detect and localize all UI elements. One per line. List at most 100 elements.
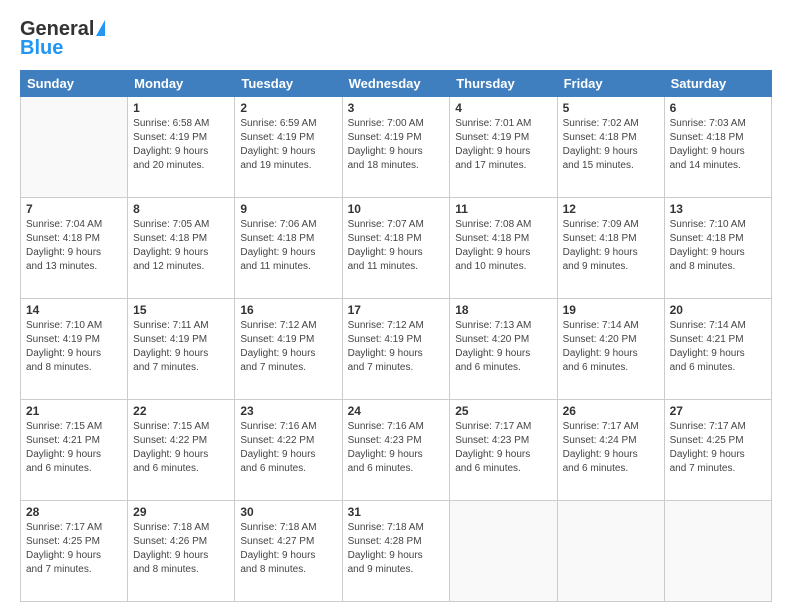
calendar-cell: 16 Sunrise: 7:12 AM Sunset: 4:19 PM Dayli… <box>235 299 342 400</box>
day-info: Sunrise: 7:14 AM Sunset: 4:21 PM Dayligh… <box>670 319 766 375</box>
calendar-cell <box>557 501 664 602</box>
day-number: 9 <box>240 202 336 216</box>
day-info: Sunrise: 7:18 AM Sunset: 4:28 PM Dayligh… <box>348 521 445 577</box>
day-info: Sunrise: 7:13 AM Sunset: 4:20 PM Dayligh… <box>455 319 551 375</box>
calendar-cell: 4 Sunrise: 7:01 AM Sunset: 4:19 PM Daylig… <box>450 97 557 198</box>
day-number: 20 <box>670 303 766 317</box>
calendar-cell: 24 Sunrise: 7:16 AM Sunset: 4:23 PM Dayli… <box>342 400 450 501</box>
logo-blue: Blue <box>20 37 63 60</box>
day-number: 27 <box>670 404 766 418</box>
day-number: 1 <box>133 101 229 115</box>
day-info: Sunrise: 7:14 AM Sunset: 4:20 PM Dayligh… <box>563 319 659 375</box>
day-info: Sunrise: 7:05 AM Sunset: 4:18 PM Dayligh… <box>133 218 229 274</box>
day-info: Sunrise: 7:09 AM Sunset: 4:18 PM Dayligh… <box>563 218 659 274</box>
day-number: 17 <box>348 303 445 317</box>
day-number: 10 <box>348 202 445 216</box>
day-number: 28 <box>26 505 122 519</box>
week-row-2: 14 Sunrise: 7:10 AM Sunset: 4:19 PM Dayli… <box>21 299 772 400</box>
calendar-cell: 23 Sunrise: 7:16 AM Sunset: 4:22 PM Dayli… <box>235 400 342 501</box>
calendar-cell: 30 Sunrise: 7:18 AM Sunset: 4:27 PM Dayli… <box>235 501 342 602</box>
day-number: 12 <box>563 202 659 216</box>
day-info: Sunrise: 7:12 AM Sunset: 4:19 PM Dayligh… <box>348 319 445 375</box>
day-number: 16 <box>240 303 336 317</box>
day-number: 5 <box>563 101 659 115</box>
day-info: Sunrise: 7:00 AM Sunset: 4:19 PM Dayligh… <box>348 117 445 173</box>
day-info: Sunrise: 7:16 AM Sunset: 4:23 PM Dayligh… <box>348 420 445 476</box>
day-number: 4 <box>455 101 551 115</box>
day-number: 7 <box>26 202 122 216</box>
day-number: 19 <box>563 303 659 317</box>
calendar-cell: 29 Sunrise: 7:18 AM Sunset: 4:26 PM Dayli… <box>128 501 235 602</box>
day-number: 31 <box>348 505 445 519</box>
header: General Blue <box>20 18 772 60</box>
weekday-friday: Friday <box>557 71 664 97</box>
day-number: 15 <box>133 303 229 317</box>
day-number: 3 <box>348 101 445 115</box>
day-number: 2 <box>240 101 336 115</box>
day-number: 30 <box>240 505 336 519</box>
calendar-cell: 10 Sunrise: 7:07 AM Sunset: 4:18 PM Dayli… <box>342 198 450 299</box>
day-info: Sunrise: 7:18 AM Sunset: 4:26 PM Dayligh… <box>133 521 229 577</box>
day-info: Sunrise: 7:17 AM Sunset: 4:25 PM Dayligh… <box>670 420 766 476</box>
day-number: 24 <box>348 404 445 418</box>
calendar-table: SundayMondayTuesdayWednesdayThursdayFrid… <box>20 70 772 602</box>
day-number: 23 <box>240 404 336 418</box>
day-number: 25 <box>455 404 551 418</box>
calendar-cell <box>664 501 771 602</box>
calendar-cell: 12 Sunrise: 7:09 AM Sunset: 4:18 PM Dayli… <box>557 198 664 299</box>
day-info: Sunrise: 6:59 AM Sunset: 4:19 PM Dayligh… <box>240 117 336 173</box>
day-info: Sunrise: 7:02 AM Sunset: 4:18 PM Dayligh… <box>563 117 659 173</box>
day-number: 11 <box>455 202 551 216</box>
calendar-cell: 11 Sunrise: 7:08 AM Sunset: 4:18 PM Dayli… <box>450 198 557 299</box>
calendar-cell: 26 Sunrise: 7:17 AM Sunset: 4:24 PM Dayli… <box>557 400 664 501</box>
day-number: 14 <box>26 303 122 317</box>
day-info: Sunrise: 7:17 AM Sunset: 4:24 PM Dayligh… <box>563 420 659 476</box>
weekday-tuesday: Tuesday <box>235 71 342 97</box>
weekday-monday: Monday <box>128 71 235 97</box>
day-info: Sunrise: 7:10 AM Sunset: 4:19 PM Dayligh… <box>26 319 122 375</box>
day-number: 21 <box>26 404 122 418</box>
calendar-cell: 7 Sunrise: 7:04 AM Sunset: 4:18 PM Daylig… <box>21 198 128 299</box>
day-info: Sunrise: 7:15 AM Sunset: 4:21 PM Dayligh… <box>26 420 122 476</box>
week-row-3: 21 Sunrise: 7:15 AM Sunset: 4:21 PM Dayli… <box>21 400 772 501</box>
page: General Blue SundayMondayTuesdayWednesda… <box>0 0 792 612</box>
day-info: Sunrise: 7:17 AM Sunset: 4:23 PM Dayligh… <box>455 420 551 476</box>
calendar-cell: 21 Sunrise: 7:15 AM Sunset: 4:21 PM Dayli… <box>21 400 128 501</box>
logo: General Blue <box>20 18 105 60</box>
calendar-cell: 28 Sunrise: 7:17 AM Sunset: 4:25 PM Dayli… <box>21 501 128 602</box>
day-info: Sunrise: 7:10 AM Sunset: 4:18 PM Dayligh… <box>670 218 766 274</box>
calendar-cell: 18Sunrise: 7:13 AM Sunset: 4:20 PM Dayli… <box>450 299 557 400</box>
calendar-cell: 17 Sunrise: 7:12 AM Sunset: 4:19 PM Dayli… <box>342 299 450 400</box>
day-number: 8 <box>133 202 229 216</box>
calendar-cell: 22Sunrise: 7:15 AM Sunset: 4:22 PM Dayli… <box>128 400 235 501</box>
calendar-cell: 3 Sunrise: 7:00 AM Sunset: 4:19 PM Daylig… <box>342 97 450 198</box>
day-info: Sunrise: 7:11 AM Sunset: 4:19 PM Dayligh… <box>133 319 229 375</box>
day-info: Sunrise: 7:16 AM Sunset: 4:22 PM Dayligh… <box>240 420 336 476</box>
day-number: 29 <box>133 505 229 519</box>
day-info: Sunrise: 7:06 AM Sunset: 4:18 PM Dayligh… <box>240 218 336 274</box>
day-info: Sunrise: 7:12 AM Sunset: 4:19 PM Dayligh… <box>240 319 336 375</box>
day-info: Sunrise: 7:18 AM Sunset: 4:27 PM Dayligh… <box>240 521 336 577</box>
day-info: Sunrise: 6:58 AM Sunset: 4:19 PM Dayligh… <box>133 117 229 173</box>
calendar-cell: 13Sunrise: 7:10 AM Sunset: 4:18 PM Dayli… <box>664 198 771 299</box>
calendar-cell: 15 Sunrise: 7:11 AM Sunset: 4:19 PM Dayli… <box>128 299 235 400</box>
calendar-cell <box>450 501 557 602</box>
day-info: Sunrise: 7:01 AM Sunset: 4:19 PM Dayligh… <box>455 117 551 173</box>
calendar-cell: 31 Sunrise: 7:18 AM Sunset: 4:28 PM Dayli… <box>342 501 450 602</box>
day-info: Sunrise: 7:08 AM Sunset: 4:18 PM Dayligh… <box>455 218 551 274</box>
calendar-cell: 20 Sunrise: 7:14 AM Sunset: 4:21 PM Dayli… <box>664 299 771 400</box>
day-info: Sunrise: 7:07 AM Sunset: 4:18 PM Dayligh… <box>348 218 445 274</box>
day-info: Sunrise: 7:04 AM Sunset: 4:18 PM Dayligh… <box>26 218 122 274</box>
day-info: Sunrise: 7:17 AM Sunset: 4:25 PM Dayligh… <box>26 521 122 577</box>
weekday-thursday: Thursday <box>450 71 557 97</box>
calendar-cell: 1 Sunrise: 6:58 AM Sunset: 4:19 PM Daylig… <box>128 97 235 198</box>
logo-triangle-icon <box>96 20 105 36</box>
calendar-cell: 2 Sunrise: 6:59 AM Sunset: 4:19 PM Daylig… <box>235 97 342 198</box>
week-row-1: 7 Sunrise: 7:04 AM Sunset: 4:18 PM Daylig… <box>21 198 772 299</box>
week-row-4: 28 Sunrise: 7:17 AM Sunset: 4:25 PM Dayli… <box>21 501 772 602</box>
calendar-cell: 14 Sunrise: 7:10 AM Sunset: 4:19 PM Dayli… <box>21 299 128 400</box>
day-number: 26 <box>563 404 659 418</box>
day-info: Sunrise: 7:15 AM Sunset: 4:22 PM Dayligh… <box>133 420 229 476</box>
weekday-sunday: Sunday <box>21 71 128 97</box>
calendar-cell: 9 Sunrise: 7:06 AM Sunset: 4:18 PM Daylig… <box>235 198 342 299</box>
